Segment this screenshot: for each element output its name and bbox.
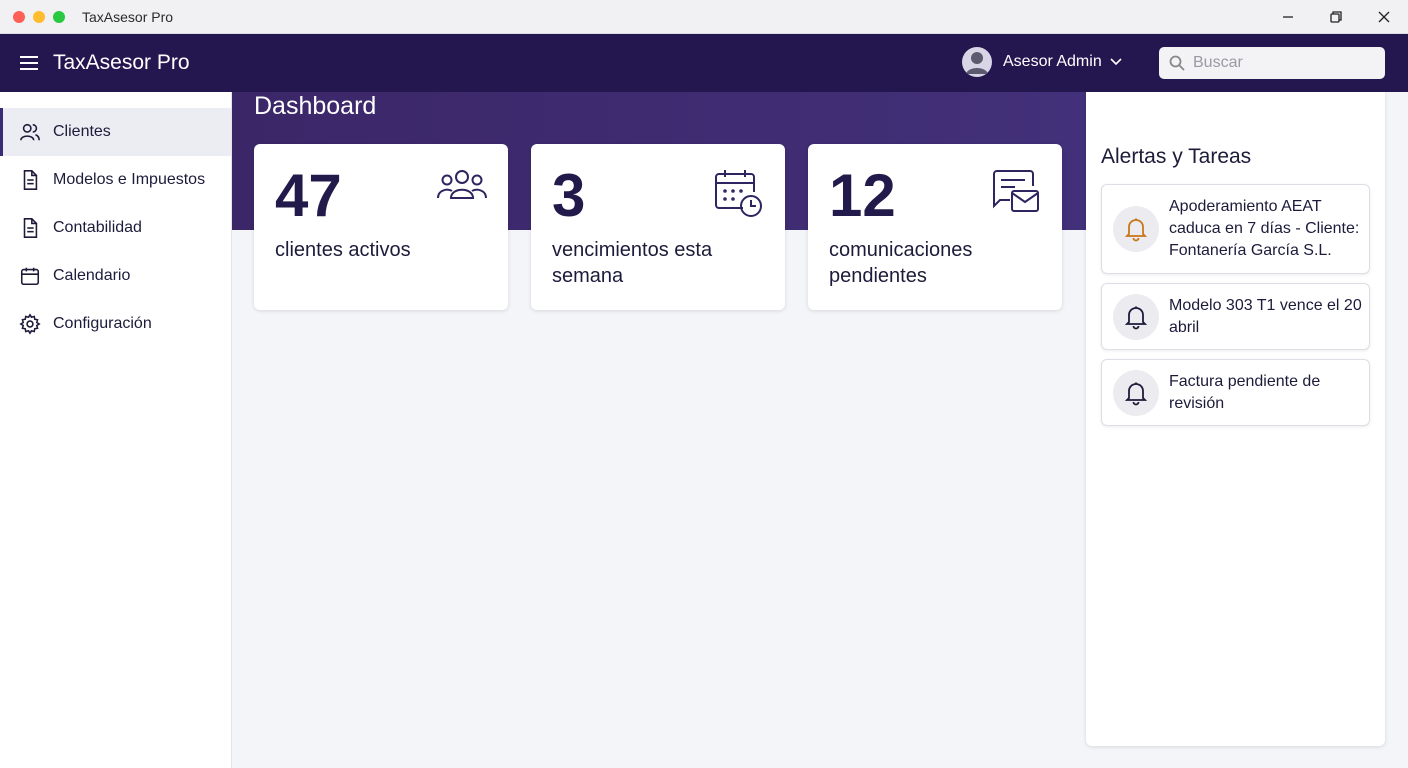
users-icon xyxy=(20,123,40,141)
alerts-title: Alertas y Tareas xyxy=(1101,145,1252,168)
window-titlebar: TaxAsesor Pro xyxy=(0,0,1408,34)
bell-icon xyxy=(1113,370,1159,416)
message-mail-icon xyxy=(990,168,1042,221)
minimize-icon xyxy=(1283,16,1293,18)
minimize-window-button[interactable] xyxy=(33,10,45,23)
user-name: Asesor Admin xyxy=(1003,53,1102,70)
stat-label: clientes activos xyxy=(275,239,411,261)
sidebar-item-modelos[interactable]: Modelos e Impuestos xyxy=(0,156,231,204)
alert-item[interactable]: Apoderamiento AEAT caduca en 7 días - Cl… xyxy=(1101,184,1370,274)
sidebar-item-label: Configuración xyxy=(53,315,152,332)
user-avatar-icon xyxy=(966,52,988,74)
stat-label: comunicaciones pendientes xyxy=(829,239,973,287)
search-input[interactable] xyxy=(1193,54,1373,72)
zoom-window-button[interactable] xyxy=(53,10,65,23)
document-icon xyxy=(23,218,38,238)
close-window-button[interactable] xyxy=(13,10,25,23)
window-title: TaxAsesor Pro xyxy=(82,8,174,25)
sidebar-item-configuracion[interactable]: Configuración xyxy=(0,300,231,348)
stat-card-vencimientos[interactable]: 3 vencimientos esta semana xyxy=(531,144,785,310)
hamburger-icon xyxy=(20,56,38,70)
close-icon xyxy=(1378,11,1390,23)
user-menu[interactable]: Asesor Admin xyxy=(962,47,1122,77)
stat-value: 47 xyxy=(275,162,342,229)
menu-button[interactable] xyxy=(18,52,40,74)
alert-item[interactable]: Modelo 303 T1 vence el 20 abril xyxy=(1101,283,1370,350)
alert-item[interactable]: Factura pendiente de revisión xyxy=(1101,359,1370,426)
alert-text: Apoderamiento AEAT caduca en 7 días - Cl… xyxy=(1169,198,1360,259)
page-title: Dashboard xyxy=(254,92,377,120)
alert-text: Factura pendiente de revisión xyxy=(1169,373,1321,412)
sidebar-item-calendario[interactable]: Calendario xyxy=(0,252,231,300)
restore-icon xyxy=(1330,11,1342,23)
users-icon xyxy=(436,168,488,211)
search-box[interactable] xyxy=(1159,47,1385,79)
stat-value: 12 xyxy=(829,162,896,229)
alert-text: Modelo 303 T1 vence el 20 abril xyxy=(1169,297,1362,336)
calendar-clock-icon xyxy=(713,168,765,225)
stat-value: 3 xyxy=(552,162,586,229)
app-header: TaxAsesor Pro Asesor Admin xyxy=(0,34,1408,92)
sidebar-item-label: Clientes xyxy=(53,123,111,140)
sidebar-item-label: Modelos e Impuestos xyxy=(53,171,206,188)
search-icon xyxy=(1169,55,1185,71)
calendar-icon xyxy=(20,267,40,286)
alerts-panel: Alertas y Tareas Apoderamiento AEAT cadu… xyxy=(1086,92,1385,746)
sidebar-item-clientes[interactable]: Clientes xyxy=(0,108,231,156)
stat-label: vencimientos esta semana xyxy=(552,239,713,287)
restore-button[interactable] xyxy=(1312,0,1360,34)
app-title: TaxAsesor Pro xyxy=(53,51,190,74)
sidebar: Clientes Modelos e Impuestos Contabilida… xyxy=(0,92,232,768)
sidebar-item-label: Contabilidad xyxy=(53,219,142,236)
minimize-button[interactable] xyxy=(1264,0,1312,34)
gear-icon xyxy=(19,313,41,335)
stat-card-comunicaciones[interactable]: 12 comunicaciones pendientes xyxy=(808,144,1062,310)
window-traffic-lights xyxy=(13,10,65,23)
document-icon xyxy=(23,170,38,190)
bell-icon xyxy=(1113,294,1159,340)
close-button[interactable] xyxy=(1360,0,1408,34)
avatar xyxy=(962,47,992,77)
sidebar-item-label: Calendario xyxy=(53,267,131,284)
chevron-down-icon xyxy=(1110,53,1122,71)
sidebar-item-contabilidad[interactable]: Contabilidad xyxy=(0,204,231,252)
stat-card-clientes[interactable]: 47 clientes activos xyxy=(254,144,508,310)
window-controls xyxy=(1264,0,1408,34)
bell-icon xyxy=(1113,206,1159,252)
